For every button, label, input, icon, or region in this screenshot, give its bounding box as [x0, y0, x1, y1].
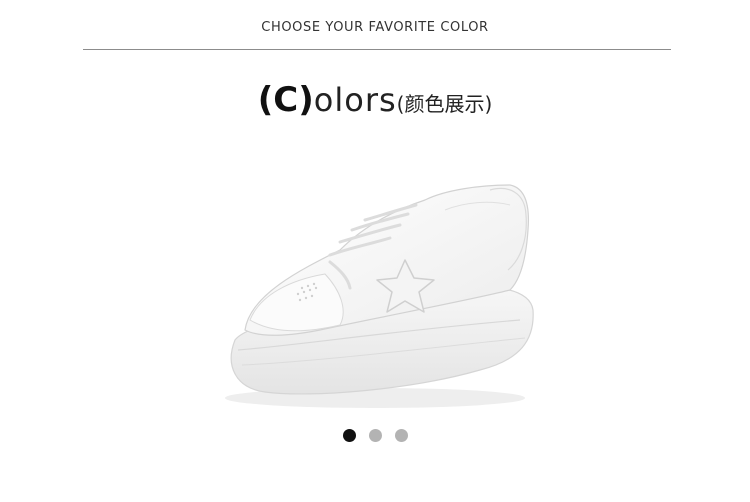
carousel-dot[interactable]	[368, 429, 382, 442]
title-bracketed-letter: (C)	[257, 80, 314, 120]
carousel-dot[interactable]	[394, 429, 408, 442]
header-caption: CHOOSE YOUR FAVORITE COLOR	[261, 20, 489, 35]
carousel-dots	[0, 429, 750, 442]
divider	[83, 49, 671, 50]
sneaker-image	[225, 184, 534, 408]
page-title: (C)olors(颜色展示)	[0, 78, 750, 128]
title-rest: olors	[313, 81, 397, 119]
title-chinese: (颜色展示)	[396, 92, 493, 116]
carousel-dot[interactable]	[342, 429, 356, 442]
